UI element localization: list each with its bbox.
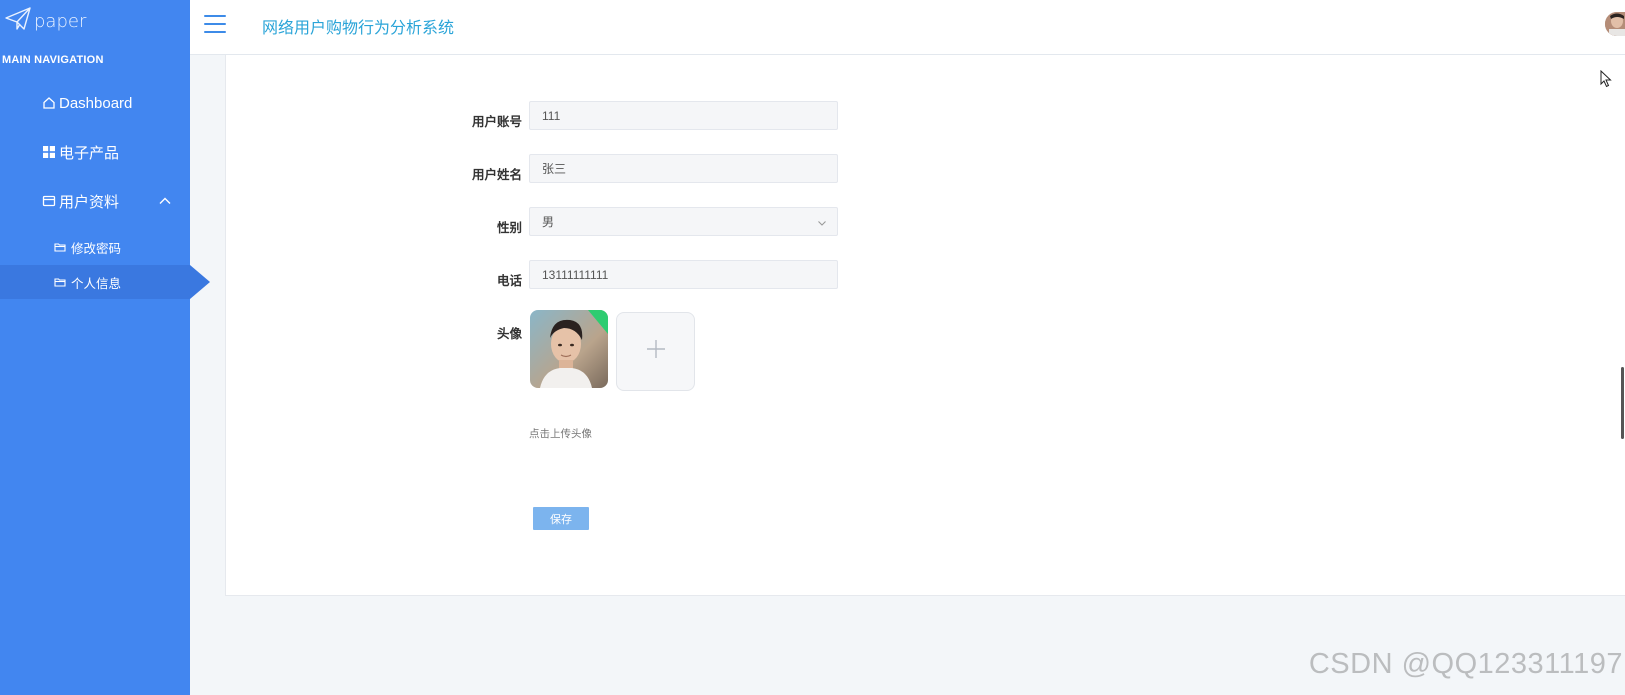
phone-input[interactable] [529, 260, 838, 289]
sidebar-subitem-label: 修改密码 [71, 241, 122, 256]
gender-selected-value: 男 [542, 215, 555, 229]
mouse-cursor-icon [1600, 69, 1612, 88]
folder-icon [54, 276, 66, 288]
avatar-preview[interactable] [530, 310, 608, 388]
sidebar-subitem-label: 个人信息 [71, 276, 122, 291]
watermark: CSDN @QQ123311197 [1308, 648, 1623, 680]
avatar-label: 头像 [496, 327, 522, 341]
user-avatar[interactable] [1605, 12, 1625, 36]
profile-card-icon [42, 194, 56, 208]
sidebar-item-label: 电子产品 [59, 144, 120, 162]
upload-avatar-button[interactable] [616, 312, 695, 391]
menu-toggle-icon[interactable] [204, 15, 226, 33]
sidebar-item-user-profile[interactable]: 用户资料 [0, 181, 190, 221]
phone-label: 电话 [496, 274, 522, 288]
sidebar-subitem-personal-info[interactable]: 个人信息 [0, 265, 190, 299]
chevron-down-icon [817, 217, 827, 227]
page-title: 网络用户购物行为分析系统 [262, 20, 455, 37]
top-bar: 网络用户购物行为分析系统 [190, 0, 1625, 55]
save-button[interactable]: 保存 [533, 507, 589, 530]
gender-label: 性别 [496, 221, 522, 235]
account-input[interactable] [529, 101, 838, 130]
name-input[interactable] [529, 154, 838, 183]
gender-select[interactable]: 男 [529, 207, 838, 236]
sidebar-item-electronics[interactable]: 电子产品 [0, 132, 190, 172]
grid-icon [42, 145, 56, 159]
name-label: 用户姓名 [471, 168, 522, 182]
paper-plane-icon [4, 6, 32, 37]
sidebar: paper MAIN NAVIGATION Dashboard 电子产品 用户资… [0, 0, 190, 695]
sidebar-subitem-change-password[interactable]: 修改密码 [0, 230, 190, 264]
sidebar-item-dashboard[interactable]: Dashboard [0, 83, 190, 123]
chevron-up-icon [158, 194, 172, 208]
page-scrollbar[interactable] [1621, 367, 1624, 439]
nav-heading: MAIN NAVIGATION [2, 54, 104, 66]
sidebar-item-label: 用户资料 [59, 193, 120, 211]
plus-icon [646, 339, 666, 364]
sidebar-item-label: Dashboard [59, 94, 133, 112]
logo-text: paper [34, 11, 87, 32]
logo[interactable]: paper [4, 6, 86, 37]
account-label: 用户账号 [471, 115, 522, 129]
folder-icon [54, 241, 66, 253]
profile-form-card [225, 55, 1625, 596]
home-icon [42, 96, 56, 110]
upload-hint: 点击上传头像 [529, 428, 592, 440]
active-item-indicator [190, 265, 210, 299]
